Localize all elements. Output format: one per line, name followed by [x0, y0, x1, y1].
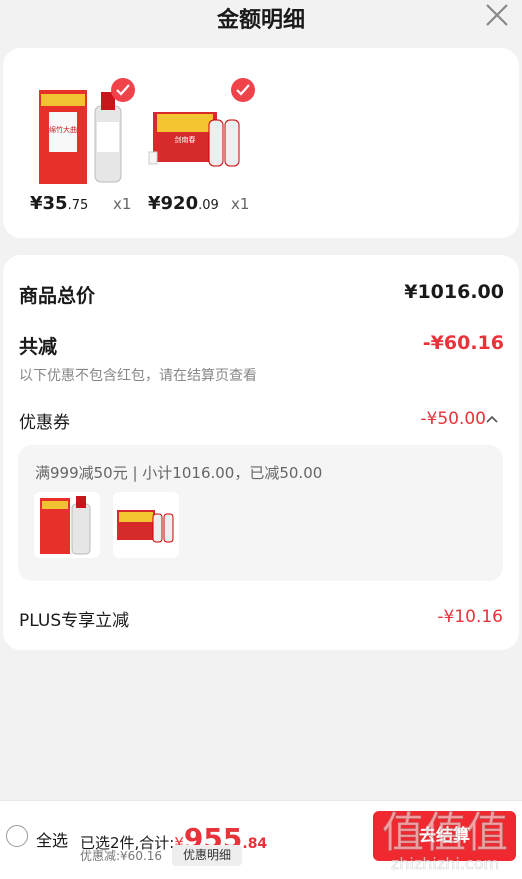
select-all-radio[interactable] — [6, 825, 28, 847]
product-item[interactable]: 剑南春 — [147, 66, 259, 184]
reduce-value: -¥60.16 — [422, 332, 504, 354]
select-all-label[interactable]: 全选 — [36, 827, 68, 851]
watermark-logo: 值值值 zhizhizhi.com — [381, 808, 508, 874]
price-cents: .09 — [198, 198, 219, 213]
coupon-detail-box: 满999减50元 | 小计1016.00，已减50.00 — [18, 445, 503, 581]
header: 金额明细 — [0, 0, 522, 40]
product-qty: x1 — [113, 195, 132, 213]
checked-icon[interactable] — [111, 78, 135, 102]
discount-text: 优惠减:¥60.16 — [80, 849, 163, 863]
price-main: ¥35 — [30, 193, 68, 214]
thumb-image — [40, 496, 91, 555]
product-image-label: 剑南春 — [175, 135, 196, 144]
plus-value: -¥10.16 — [437, 607, 503, 627]
total-value: ¥1016.00 — [404, 281, 504, 303]
coupon-product-thumb — [34, 492, 100, 558]
reduce-label: 共减 — [19, 336, 58, 358]
close-icon[interactable] — [484, 2, 510, 28]
plus-label: PLUS专享立减 — [19, 611, 130, 631]
coupon-detail-text: 满999减50元 | 小计1016.00，已减50.00 — [35, 464, 323, 482]
svg-text:zhizhizhi.com: zhizhizhi.com — [391, 854, 499, 873]
chevron-up-icon[interactable] — [486, 415, 498, 423]
product-price: ¥35.75 — [30, 193, 88, 214]
coupon-label: 优惠券 — [19, 413, 70, 433]
product-image-label: 绵竹大曲 — [49, 125, 77, 134]
coupon-value[interactable]: -¥50.00 — [420, 409, 486, 429]
product-qty: x1 — [231, 195, 250, 213]
checked-icon[interactable] — [231, 78, 255, 102]
price-main: ¥920 — [148, 193, 199, 214]
total-cents: .84 — [242, 836, 268, 852]
price-cents: .75 — [67, 198, 89, 213]
total-label: 商品总价 — [19, 285, 96, 307]
thumb-image — [117, 510, 174, 543]
coupon-product-thumb — [113, 492, 179, 558]
discount-note: 以下优惠不包含红包，请在结算页查看 — [19, 368, 257, 384]
product-price: ¥920.09 — [148, 193, 219, 214]
product-item[interactable]: 绵竹大曲 — [27, 66, 139, 184]
page-title: 金额明细 — [216, 8, 305, 33]
svg-text:值值值: 值值值 — [382, 808, 508, 857]
discount-detail-button[interactable]: 优惠明细 — [172, 845, 242, 866]
